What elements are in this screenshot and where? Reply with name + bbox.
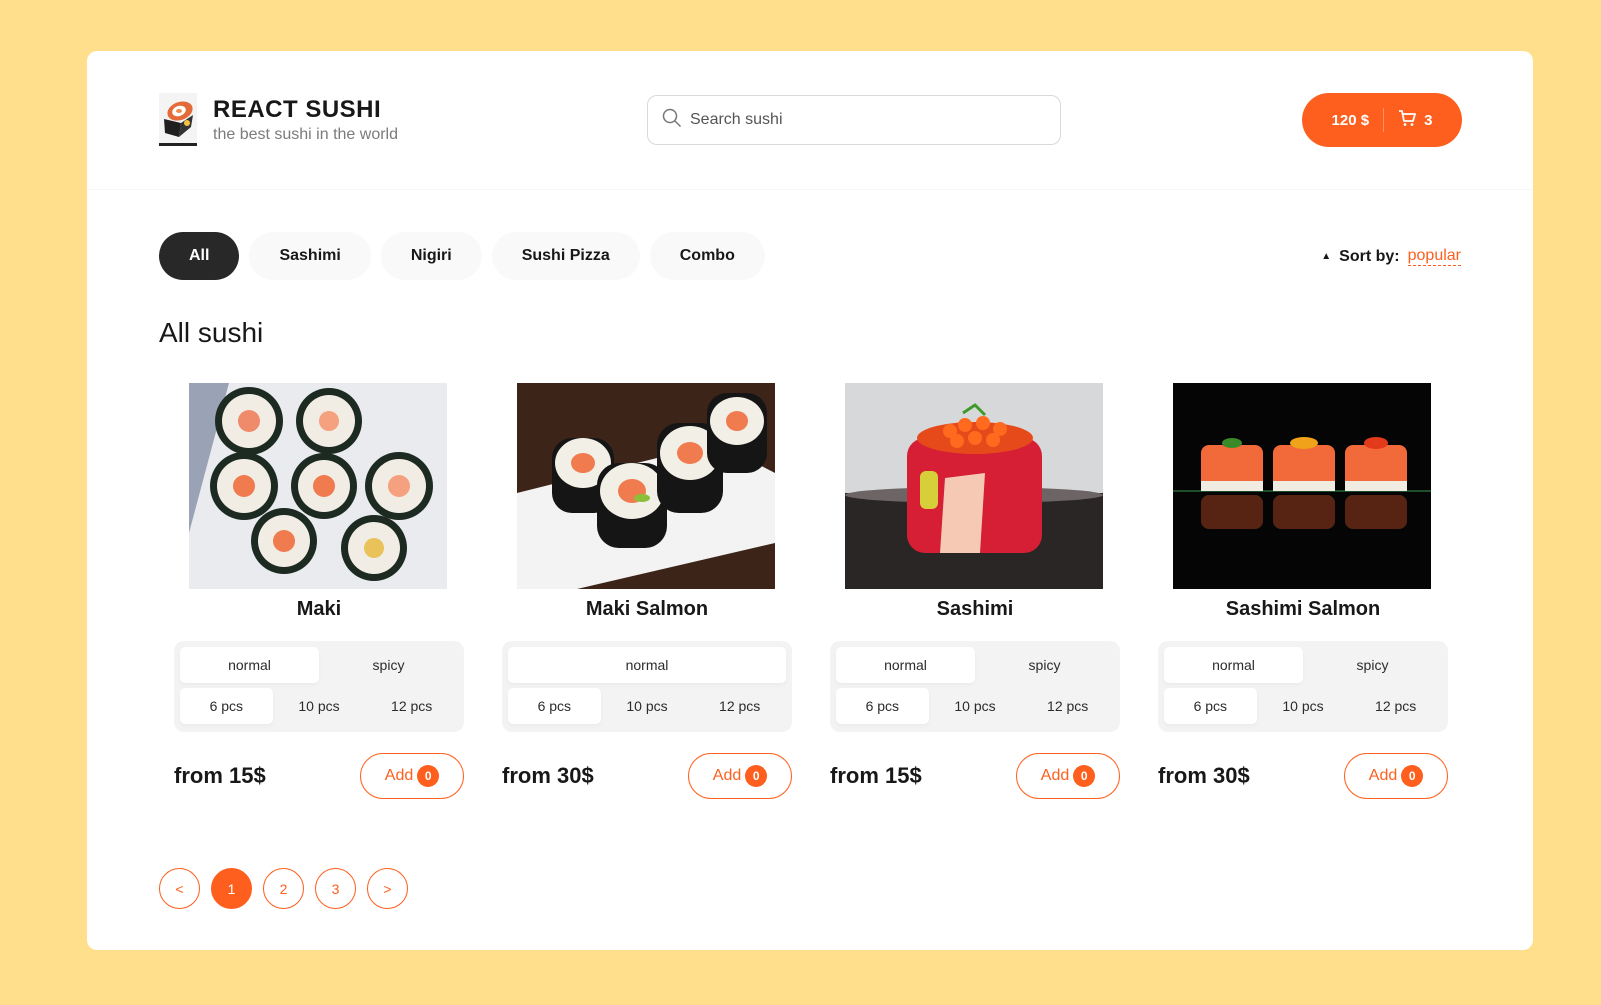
type-option[interactable]: normal xyxy=(508,647,786,683)
type-option[interactable]: normal xyxy=(1164,647,1303,683)
type-option[interactable]: normal xyxy=(836,647,975,683)
page-2-button[interactable]: 2 xyxy=(263,868,304,909)
product-card: Sashimi Salmon normal spicy 6 pcs 10 pcs… xyxy=(1158,383,1448,803)
category-all[interactable]: All xyxy=(159,232,240,280)
type-option[interactable]: normal xyxy=(180,647,319,683)
search-input[interactable] xyxy=(690,111,1030,129)
product-price: from 30$ xyxy=(502,763,594,788)
add-label: Add xyxy=(712,767,742,784)
cart-divider xyxy=(1383,108,1385,132)
cart-button[interactable]: 120 $ 3 xyxy=(1302,93,1462,147)
type-option[interactable]: spicy xyxy=(1303,647,1442,683)
category-nigiri[interactable]: Nigiri xyxy=(380,232,482,280)
add-count-badge: 0 xyxy=(417,765,440,787)
size-option[interactable]: 10 pcs xyxy=(601,688,694,724)
product-price: from 15$ xyxy=(830,763,922,788)
product-card: Sashimi normal spicy 6 pcs 10 pcs 12 pcs… xyxy=(830,383,1120,803)
product-grid: Maki normal spicy 6 pcs 10 pcs 12 pcs fr… xyxy=(174,383,1448,803)
product-image-sashimi-salmon xyxy=(1173,383,1431,589)
prev-page-button[interactable]: < xyxy=(159,868,200,909)
product-price: from 15$ xyxy=(174,763,266,788)
sort-label: Sort by: xyxy=(1339,247,1400,265)
product-options: normal spicy 6 pcs 10 pcs 12 pcs xyxy=(830,641,1120,732)
product-options: normal spicy 6 pcs 10 pcs 12 pcs xyxy=(174,641,464,732)
app-title: REACT SUSHI xyxy=(213,96,382,123)
product-name: Sashimi xyxy=(936,598,1014,620)
category-sushi-pizza[interactable]: Sushi Pizza xyxy=(491,232,640,280)
size-option[interactable]: 12 pcs xyxy=(365,688,458,724)
size-option[interactable]: 6 pcs xyxy=(180,688,273,724)
product-image-sashimi xyxy=(845,383,1103,589)
search-icon xyxy=(662,108,682,133)
size-option[interactable]: 6 pcs xyxy=(836,688,929,724)
add-button[interactable]: Add 0 xyxy=(1016,753,1120,799)
product-card: Maki Salmon normal 6 pcs 10 pcs 12 pcs f… xyxy=(502,383,792,803)
header: REACT SUSHI the best sushi in the world … xyxy=(87,51,1533,190)
add-count-badge: 0 xyxy=(745,765,768,787)
page-container: REACT SUSHI the best sushi in the world … xyxy=(87,51,1533,950)
product-image-maki-salmon xyxy=(517,383,775,589)
size-option[interactable]: 6 pcs xyxy=(508,688,601,724)
add-label: Add xyxy=(1368,767,1398,784)
size-option[interactable]: 10 pcs xyxy=(1257,688,1350,724)
triangle-up-icon: ▲ xyxy=(1321,251,1332,262)
type-option[interactable]: spicy xyxy=(319,647,458,683)
next-page-button[interactable]: > xyxy=(367,868,408,909)
app-subtitle: the best sushi in the world xyxy=(213,126,398,143)
product-name: Maki Salmon xyxy=(585,598,709,620)
add-button[interactable]: Add 0 xyxy=(1344,753,1448,799)
add-count-badge: 0 xyxy=(1401,765,1424,787)
product-price: from 30$ xyxy=(1158,763,1250,788)
sushi-logo-icon xyxy=(159,93,197,147)
pagination: < 1 2 3 > xyxy=(159,868,419,909)
sort-control: ▲ Sort by: popular xyxy=(1321,247,1461,266)
size-option[interactable]: 6 pcs xyxy=(1164,688,1257,724)
add-label: Add xyxy=(384,767,414,784)
size-option[interactable]: 12 pcs xyxy=(1021,688,1114,724)
size-option[interactable]: 12 pcs xyxy=(1349,688,1442,724)
add-label: Add xyxy=(1040,767,1070,784)
product-image-maki xyxy=(189,383,447,589)
size-option[interactable]: 12 pcs xyxy=(693,688,786,724)
add-button[interactable]: Add 0 xyxy=(688,753,792,799)
page-1-button[interactable]: 1 xyxy=(211,868,252,909)
size-option[interactable]: 10 pcs xyxy=(929,688,1022,724)
cart-total: 120 $ xyxy=(1331,111,1370,129)
cart-count: 3 xyxy=(1424,111,1433,129)
type-option[interactable]: spicy xyxy=(975,647,1114,683)
category-tabs: All Sashimi Nigiri Sushi Pizza Combo xyxy=(159,232,775,280)
product-name: Maki xyxy=(296,598,342,620)
category-combo[interactable]: Combo xyxy=(649,232,765,280)
search-box xyxy=(647,95,1061,145)
product-card: Maki normal spicy 6 pcs 10 pcs 12 pcs fr… xyxy=(174,383,464,803)
product-options: normal 6 pcs 10 pcs 12 pcs xyxy=(502,641,792,732)
add-button[interactable]: Add 0 xyxy=(360,753,464,799)
sort-value[interactable]: popular xyxy=(1407,247,1461,266)
add-count-badge: 0 xyxy=(1073,765,1096,787)
product-options: normal spicy 6 pcs 10 pcs 12 pcs xyxy=(1158,641,1448,732)
category-sashimi[interactable]: Sashimi xyxy=(249,232,371,280)
size-option[interactable]: 10 pcs xyxy=(273,688,366,724)
page-3-button[interactable]: 3 xyxy=(315,868,356,909)
logo[interactable]: REACT SUSHI the best sushi in the world xyxy=(159,93,398,147)
section-title: All sushi xyxy=(159,317,264,348)
cart-icon xyxy=(1398,109,1416,131)
product-name: Sashimi Salmon xyxy=(1225,598,1381,620)
